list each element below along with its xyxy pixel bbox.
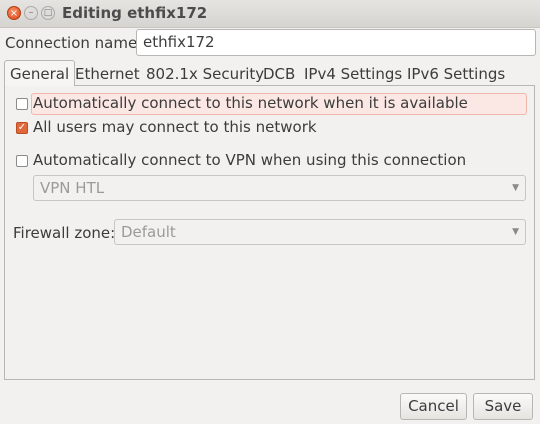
connection-name-input[interactable]: ethfix172 xyxy=(136,29,536,56)
firewall-zone-select[interactable]: Default ▼ xyxy=(114,219,526,245)
tab-8021x-security[interactable]: 802.1x Security xyxy=(146,64,264,86)
vpn-select-value: VPN HTL xyxy=(40,179,105,197)
cancel-button[interactable]: Cancel xyxy=(400,393,467,420)
window-title: Editing ethfix172 xyxy=(62,4,208,22)
tab-general[interactable]: General xyxy=(4,60,76,86)
tab-bar: General Ethernet 802.1x Security DCB IPv… xyxy=(4,60,536,86)
vpn-select[interactable]: VPN HTL ▼ xyxy=(33,175,526,201)
chevron-down-icon: ▼ xyxy=(512,227,519,237)
general-tab-panel: Automatically connect to this network wh… xyxy=(4,85,535,380)
tab-ipv4-settings[interactable]: IPv4 Settings xyxy=(304,64,402,86)
auto-vpn-checkbox[interactable] xyxy=(16,155,28,167)
all-users-label[interactable]: All users may connect to this network xyxy=(33,118,317,136)
chevron-down-icon: ▼ xyxy=(512,183,519,193)
maximize-icon[interactable]: □ xyxy=(41,6,55,20)
minimize-icon[interactable]: – xyxy=(24,6,38,20)
all-users-checkbox[interactable]: ✓ xyxy=(16,122,28,134)
connection-name-label: Connection name: xyxy=(5,34,143,52)
save-button[interactable]: Save xyxy=(473,393,533,420)
title-bar: × – □ Editing ethfix172 xyxy=(0,0,540,28)
dialog-window: × – □ Editing ethfix172 Connection name:… xyxy=(0,0,540,424)
close-icon[interactable]: × xyxy=(7,6,21,20)
auto-vpn-label[interactable]: Automatically connect to VPN when using … xyxy=(33,151,466,169)
tab-ipv6-settings[interactable]: IPv6 Settings xyxy=(407,64,505,86)
tab-dcb[interactable]: DCB xyxy=(263,64,295,86)
auto-connect-checkbox[interactable] xyxy=(16,98,28,110)
tab-ethernet[interactable]: Ethernet xyxy=(75,64,140,86)
auto-connect-label[interactable]: Automatically connect to this network wh… xyxy=(33,94,468,112)
firewall-zone-value: Default xyxy=(121,223,176,241)
firewall-zone-label: Firewall zone: xyxy=(13,224,116,242)
